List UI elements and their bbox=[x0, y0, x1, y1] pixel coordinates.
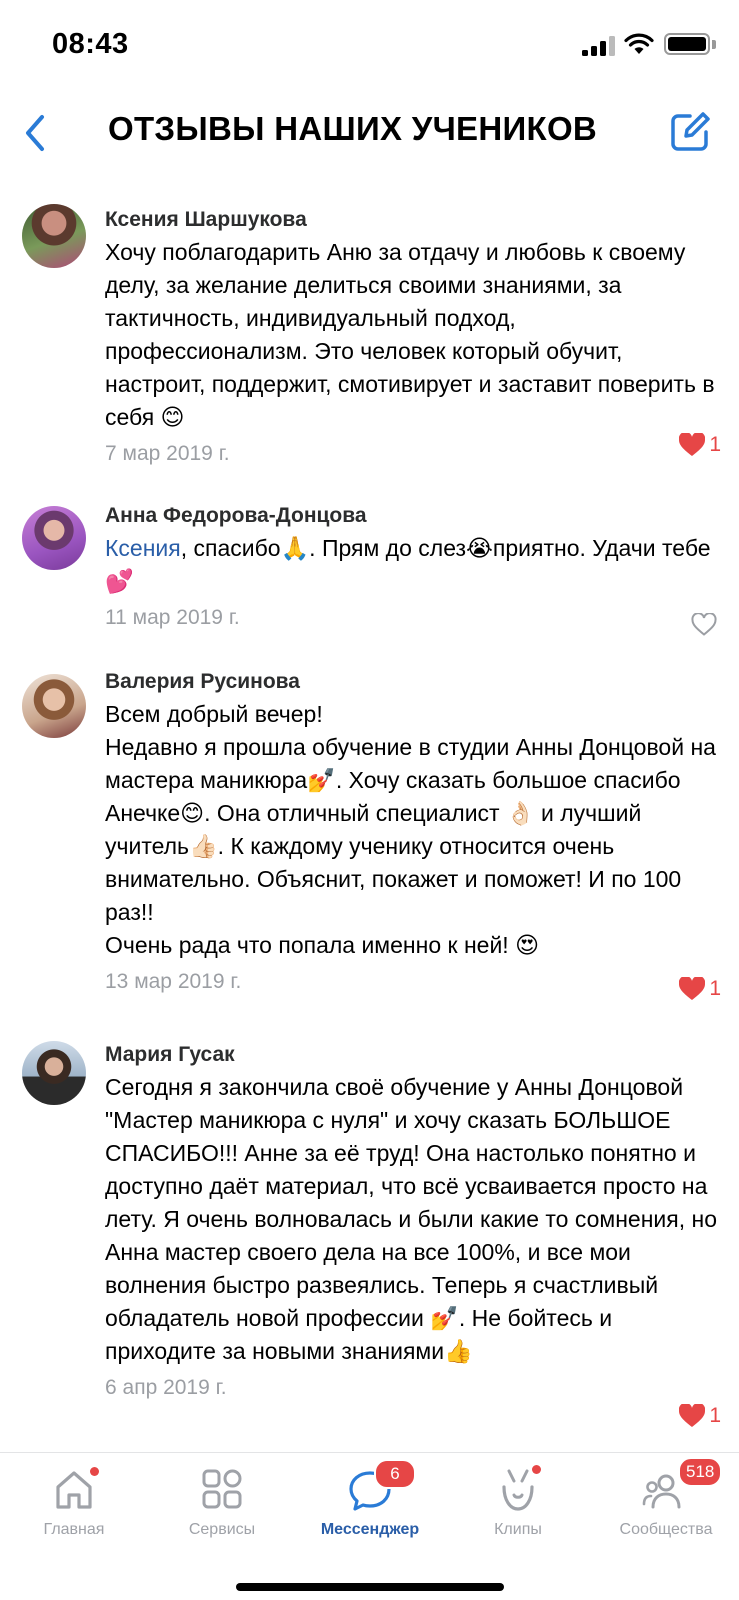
avatar[interactable] bbox=[22, 506, 86, 570]
cellular-signal-icon bbox=[582, 36, 616, 56]
wifi-icon bbox=[624, 33, 654, 54]
comment-text: Всем добрый вечер! Недавно я прошла обуч… bbox=[105, 701, 716, 958]
services-grid-icon bbox=[198, 1467, 246, 1513]
like-count: 1 bbox=[709, 1404, 721, 1427]
like-button[interactable]: 1 bbox=[679, 430, 721, 460]
mention-link[interactable]: Ксения bbox=[105, 535, 181, 561]
like-count: 1 bbox=[709, 977, 721, 1000]
communities-icon: 518 bbox=[642, 1457, 723, 1513]
comment-date: 11 мар 2019 г. bbox=[105, 606, 240, 629]
chevron-left-icon[interactable] bbox=[18, 108, 54, 158]
like-count: 1 bbox=[709, 433, 721, 456]
battery-icon bbox=[664, 33, 710, 55]
comment-date: 13 мар 2019 г. bbox=[105, 970, 242, 993]
home-indicator bbox=[236, 1583, 504, 1591]
clips-icon bbox=[494, 1465, 542, 1513]
tab-label: Клипы bbox=[494, 1521, 542, 1538]
comment-date: 7 мар 2019 г. bbox=[105, 442, 230, 465]
heart-outline-icon bbox=[691, 613, 717, 636]
notification-dot bbox=[532, 1465, 541, 1474]
unread-badge: 6 bbox=[374, 1459, 416, 1489]
heart-filled-icon bbox=[679, 977, 706, 1000]
status-time: 08:43 bbox=[52, 28, 129, 60]
home-icon bbox=[50, 1467, 99, 1513]
comment-author[interactable]: Мария Гусак bbox=[105, 1039, 719, 1071]
comment-item: Анна Федорова-Донцова Ксения, спасибо🙏. … bbox=[0, 500, 739, 636]
comment-author[interactable]: Ксения Шаршукова bbox=[105, 204, 719, 236]
comment-text: Ксения, спасибо🙏. Прям до слез😭приятно. … bbox=[105, 535, 711, 594]
tab-messenger[interactable]: 6 Мессенджер bbox=[296, 1453, 444, 1553]
heart-filled-icon bbox=[679, 1404, 706, 1427]
comment-item: Ксения Шаршукова Хочу поблагодарить Аню … bbox=[0, 204, 739, 474]
notification-dot bbox=[90, 1467, 99, 1476]
tab-communities[interactable]: 518 Сообщества bbox=[592, 1453, 739, 1553]
edit-icon[interactable] bbox=[666, 108, 714, 156]
avatar[interactable] bbox=[22, 1041, 86, 1105]
notifications-badge: 518 bbox=[678, 1457, 723, 1487]
status-bar: 08:43 bbox=[0, 0, 739, 92]
tab-services[interactable]: Сервисы bbox=[148, 1453, 296, 1553]
tab-label: Сервисы bbox=[188, 1521, 256, 1538]
tab-home[interactable]: Главная bbox=[0, 1453, 148, 1553]
tab-label: Сообщества bbox=[619, 1521, 713, 1538]
page-title: ОТЗЫВЫ НАШИХ УЧЕНИКОВ bbox=[108, 110, 598, 147]
comment-text: Хочу поблагодарить Аню за отдачу и любов… bbox=[105, 239, 715, 430]
like-button[interactable] bbox=[691, 610, 721, 640]
comment-date: 6 апр 2019 г. bbox=[105, 1376, 227, 1399]
avatar[interactable] bbox=[22, 674, 86, 738]
tab-clips[interactable]: Клипы bbox=[444, 1453, 592, 1553]
tab-label: Мессенджер bbox=[320, 1521, 420, 1538]
comment-author[interactable]: Анна Федорова-Донцова bbox=[105, 500, 719, 532]
comment-item: Валерия Русинова Всем добрый вечер! Неда… bbox=[0, 666, 739, 1006]
like-button[interactable]: 1 bbox=[679, 974, 721, 1004]
tab-label: Главная bbox=[43, 1521, 105, 1538]
avatar[interactable] bbox=[22, 204, 86, 268]
like-button[interactable]: 1 bbox=[679, 1401, 721, 1431]
tab-bar: Главная Сервисы 6 Мессенджер Клипы 518 С… bbox=[0, 1452, 739, 1600]
comment-item: Мария Гусак Сегодня я закончила своё обу… bbox=[0, 1039, 739, 1439]
comment-author[interactable]: Валерия Русинова bbox=[105, 666, 719, 698]
heart-filled-icon bbox=[679, 433, 706, 456]
comment-text: Сегодня я закончила своё обучение у Анны… bbox=[105, 1074, 717, 1364]
header: ОТЗЫВЫ НАШИХ УЧЕНИКОВ bbox=[0, 92, 739, 176]
messenger-icon: 6 bbox=[346, 1459, 416, 1513]
